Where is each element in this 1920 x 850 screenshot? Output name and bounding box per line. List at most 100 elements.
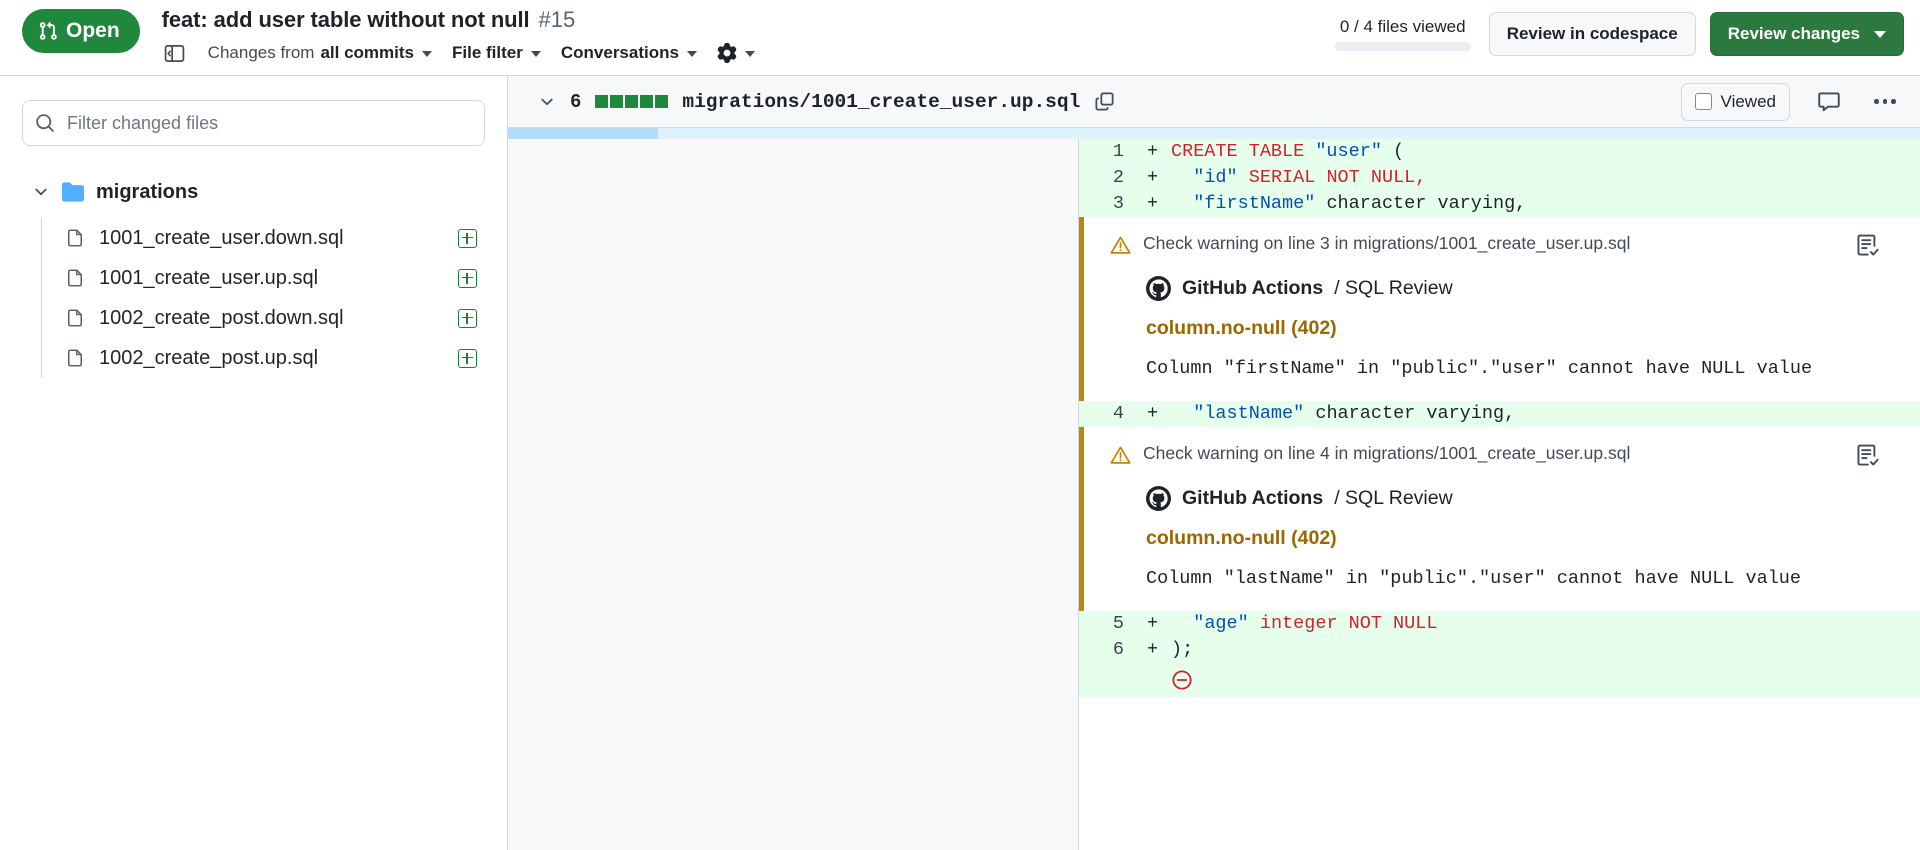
check-annotation: Check warning on line 3 in migrations/10… <box>1079 217 1920 401</box>
pr-header-main: feat: add user table without not null #1… <box>162 0 1335 66</box>
pr-state-badge: Open <box>22 9 140 53</box>
tree-children: 1001_create_user.down.sql 1001_create_us… <box>41 218 485 378</box>
diff-sign: + <box>1147 639 1159 660</box>
chevron-down-icon <box>422 51 432 57</box>
viewed-label: Viewed <box>1720 91 1776 111</box>
conversations-dropdown[interactable]: Conversations <box>561 43 697 63</box>
review-in-codespace-button[interactable]: Review in codespace <box>1488 12 1696 56</box>
tree-folder-label: migrations <box>96 180 199 203</box>
file-icon <box>65 228 85 248</box>
annotation-header: Check warning on line 4 in migrations/10… <box>1084 443 1920 468</box>
tree-file-item[interactable]: 1001_create_user.up.sql <box>42 258 485 298</box>
files-viewed-progress: 0 / 4 files viewed <box>1334 17 1471 51</box>
diff-pane: 6 migrations/1001_create_user.up.sql Vie… <box>508 76 1920 850</box>
annotation-actor: GitHub Actions / SQL Review <box>1084 276 1920 301</box>
chevron-down-icon[interactable] <box>538 93 556 111</box>
diff-right-pane: 1 + CREATE TABLE "user" ( 2 + "id" SERIA… <box>1079 139 1920 850</box>
diff-sign: + <box>1147 613 1159 634</box>
scrollbar-thumb[interactable] <box>508 128 658 139</box>
diff-code-row[interactable]: 3 + "firstName" character varying, <box>1079 191 1920 217</box>
diff-code-row[interactable]: 2 + "id" SERIAL NOT NULL, <box>1079 165 1920 191</box>
annotation-check-name: / SQL Review <box>1334 487 1453 509</box>
minus-circle-icon[interactable] <box>1171 669 1193 691</box>
annotation-actor-name: GitHub Actions <box>1182 277 1324 299</box>
code-token: CREATE TABLE <box>1171 141 1316 162</box>
code-content: CREATE TABLE "user" ( <box>1171 139 1920 165</box>
alert-triangle-icon <box>1110 445 1131 466</box>
pr-state-label: Open <box>66 19 120 42</box>
page-title: feat: add user table without not null <box>161 7 530 32</box>
code-token: "age" <box>1193 613 1249 634</box>
chevron-down-icon <box>686 51 697 57</box>
diff-code-row[interactable]: 4 + "lastName" character varying, <box>1079 401 1920 427</box>
code-token: character varying, <box>1304 403 1516 424</box>
filter-changed-files-box[interactable] <box>22 100 485 146</box>
tree-file-item[interactable]: 1002_create_post.down.sql <box>42 298 485 338</box>
diff-change-count: 6 <box>570 90 582 113</box>
code-token: SERIAL NOT NULL, <box>1237 167 1427 188</box>
diff-sign: + <box>1147 141 1159 162</box>
diff-horizontal-scrollbar[interactable] <box>508 128 1920 139</box>
file-filter-dropdown[interactable]: File filter <box>452 43 541 63</box>
tree-folder-migrations[interactable]: migrations <box>22 172 485 212</box>
plus-square-icon <box>458 268 477 288</box>
kebab-horizontal-icon[interactable] <box>1868 85 1902 119</box>
viewed-checkbox[interactable]: Viewed <box>1680 82 1790 121</box>
file-tree: migrations 1001_create_user.down.sql 100… <box>22 172 485 378</box>
checklist-icon[interactable] <box>1855 443 1880 468</box>
sidebar-expand-icon[interactable] <box>162 40 188 66</box>
changes-from-dropdown[interactable]: Changes from all commits <box>208 43 432 63</box>
search-icon <box>35 113 55 133</box>
check-annotation: Check warning on line 4 in migrations/10… <box>1079 427 1920 611</box>
annotation-actor: GitHub Actions / SQL Review <box>1084 486 1920 511</box>
github-mark-icon <box>1146 486 1171 511</box>
header-actions: 0 / 4 files viewed Review in codespace R… <box>1334 0 1904 56</box>
filter-changed-files-input[interactable] <box>65 111 472 135</box>
diff-file-header: 6 migrations/1001_create_user.up.sql Vie… <box>508 76 1920 128</box>
pr-number: #15 <box>538 7 576 32</box>
tree-file-item[interactable]: 1002_create_post.up.sql <box>42 338 485 378</box>
folder-icon <box>62 181 84 203</box>
annotation-message: Column "lastName" in "public"."user" can… <box>1146 568 1802 589</box>
line-number: 4 <box>1112 403 1124 424</box>
plus-square-icon <box>458 308 477 328</box>
git-pull-request-icon <box>38 21 58 41</box>
diff-code-row[interactable]: 1 + CREATE TABLE "user" ( <box>1079 139 1920 165</box>
code-content: "id" SERIAL NOT NULL, <box>1171 165 1920 191</box>
file-icon <box>65 268 85 288</box>
file-icon <box>65 348 85 368</box>
diff-left-pane <box>508 139 1079 850</box>
pr-title-row: feat: add user table without not null #1… <box>162 7 1335 33</box>
code-token: character varying, <box>1315 193 1527 214</box>
tree-file-label: 1001_create_user.down.sql <box>99 226 344 249</box>
file-icon <box>65 308 85 328</box>
code-content: "age" integer NOT NULL <box>1171 611 1920 637</box>
diff-code-row[interactable]: 5 + "age" integer NOT NULL <box>1079 611 1920 637</box>
copy-icon[interactable] <box>1094 91 1115 112</box>
file-filter-label: File filter <box>452 43 523 62</box>
annotation-header-text: Check warning on line 3 in migrations/10… <box>1143 233 1631 253</box>
checkbox-icon <box>1694 93 1712 110</box>
line-number: 1 <box>1112 141 1124 162</box>
code-token: "lastName" <box>1193 403 1305 424</box>
diff-settings-dropdown[interactable] <box>717 43 755 63</box>
plus-square-icon <box>458 348 477 368</box>
comment-icon[interactable] <box>1812 85 1846 119</box>
tree-file-item[interactable]: 1001_create_user.down.sql <box>42 218 485 258</box>
diff-collapse-row[interactable] <box>1079 663 1920 697</box>
code-token: "firstName" <box>1193 193 1316 214</box>
review-changes-label: Review changes <box>1727 24 1860 43</box>
checklist-icon[interactable] <box>1855 233 1880 258</box>
annotation-message: Column "firstName" in "public"."user" ca… <box>1146 358 1813 379</box>
files-viewed-bar <box>1334 42 1471 51</box>
diff-code-row[interactable]: 6 + ); <box>1079 637 1920 663</box>
code-token: ( <box>1381 141 1405 162</box>
annotation-check-name: / SQL Review <box>1334 277 1453 299</box>
diff-file-path: migrations/1001_create_user.up.sql <box>682 90 1081 113</box>
code-content: "lastName" character varying, <box>1171 401 1920 427</box>
review-changes-button[interactable]: Review changes <box>1709 12 1904 56</box>
diff-toolbar: Changes from all commits File filter Con… <box>162 40 1335 66</box>
